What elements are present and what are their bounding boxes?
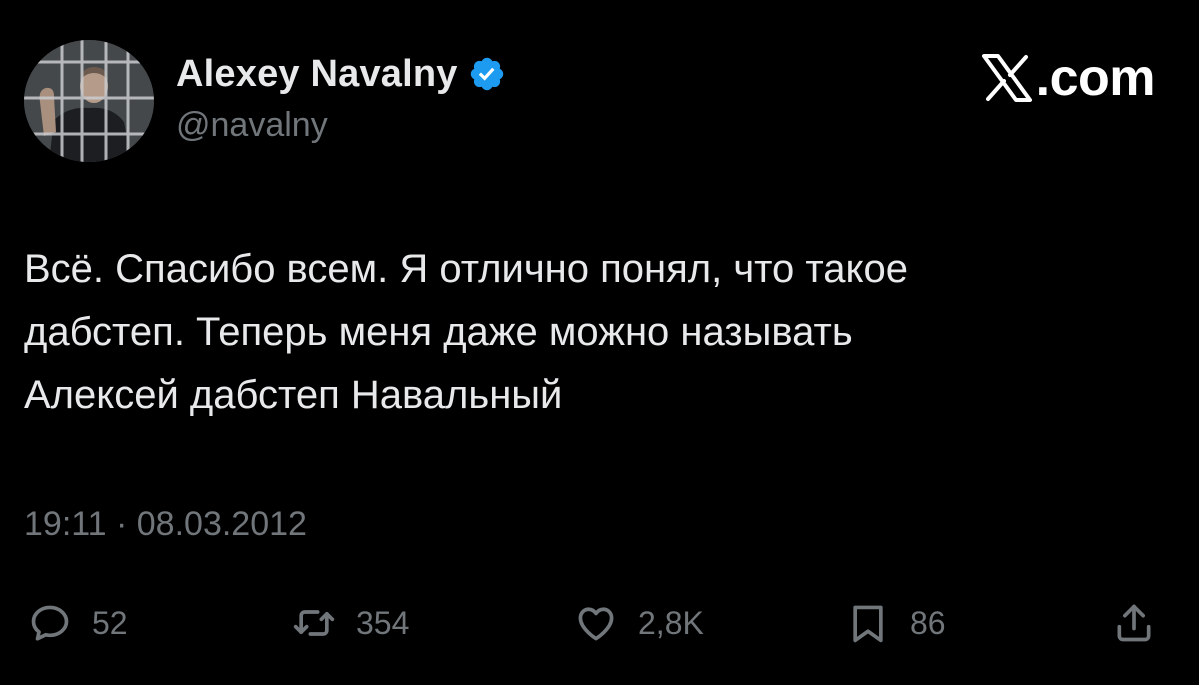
repost-button[interactable]: 354 — [292, 598, 409, 648]
share-icon — [1112, 601, 1156, 645]
brand-dot: . — [1035, 49, 1050, 107]
verified-badge-icon — [468, 55, 506, 93]
reply-count: 52 — [92, 604, 128, 641]
bookmark-icon — [846, 601, 890, 645]
reply-button[interactable]: 52 — [28, 598, 128, 648]
like-button[interactable]: 2,8K — [574, 598, 704, 648]
author-display-name[interactable]: Alexey Navalny — [176, 53, 458, 96]
tweet-card: Alexey Navalny @navalny . com Всё. Спаси… — [0, 0, 1199, 685]
bookmark-button[interactable]: 86 — [846, 598, 946, 648]
repost-count: 354 — [356, 604, 410, 641]
brand-domain: com — [1049, 49, 1156, 107]
share-button[interactable] — [1112, 598, 1156, 648]
author-handle[interactable]: @navalny — [176, 106, 328, 145]
heart-icon — [574, 601, 618, 645]
brand-watermark: . com — [980, 49, 1156, 107]
tweet-timestamp[interactable]: 19:11 · 08.03.2012 — [24, 505, 307, 544]
reply-icon — [28, 601, 72, 645]
repost-icon — [292, 601, 336, 645]
avatar-photo — [24, 40, 154, 162]
author-avatar[interactable] — [24, 40, 154, 162]
tweet-text-line: дабстеп. Теперь меня даже можно называть — [24, 310, 853, 354]
x-logo-icon — [980, 53, 1034, 103]
like-count: 2,8K — [638, 604, 704, 641]
tweet-text-line: Всё. Спасибо всем. Я отлично понял, что … — [24, 247, 908, 291]
bookmark-count: 86 — [910, 604, 946, 641]
author-name-row: Alexey Navalny — [176, 50, 506, 98]
tweet-text-line: Алексей дабстеп Навальный — [24, 373, 563, 417]
tweet-text: Всё. Спасибо всем. Я отлично понял, что … — [24, 238, 1154, 427]
